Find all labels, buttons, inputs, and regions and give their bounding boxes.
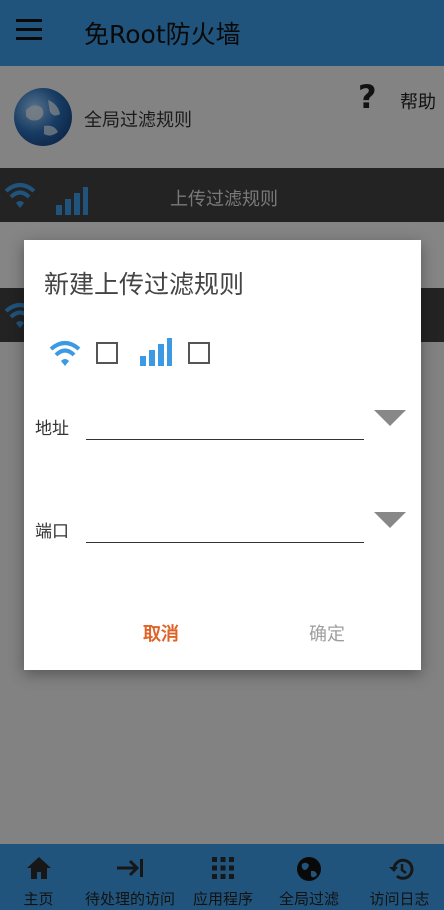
- wifi-icon: [49, 341, 81, 366]
- address-underline: [86, 439, 364, 440]
- address-input[interactable]: [86, 412, 362, 436]
- cellular-signal-icon: [140, 338, 172, 366]
- address-dropdown-icon[interactable]: [374, 410, 406, 426]
- cancel-button[interactable]: 取消: [143, 620, 179, 646]
- port-label: 端口: [35, 522, 69, 542]
- port-input[interactable]: [86, 515, 362, 539]
- address-label: 地址: [35, 419, 69, 439]
- confirm-button[interactable]: 确定: [309, 620, 345, 646]
- port-underline: [86, 542, 364, 543]
- port-dropdown-icon[interactable]: [374, 512, 406, 528]
- cellular-checkbox[interactable]: [188, 342, 210, 364]
- new-upload-rule-dialog: 新建上传过滤规则 地址 端口 取消 确定: [24, 240, 421, 670]
- wifi-checkbox[interactable]: [96, 342, 118, 364]
- dialog-title: 新建上传过滤规则: [44, 270, 245, 299]
